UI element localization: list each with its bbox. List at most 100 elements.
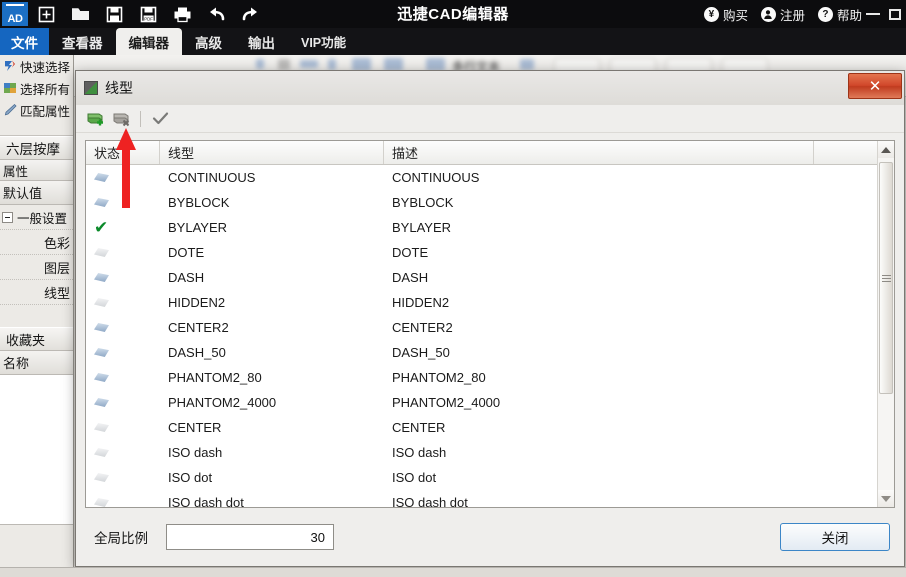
cell-linetype-description: DASH: [392, 270, 429, 285]
table-row[interactable]: ISO dot ISO dot: [86, 465, 894, 490]
cell-linetype-description: ISO dot: [392, 470, 437, 485]
tab-advanced[interactable]: 高级: [182, 28, 235, 55]
tab-editor[interactable]: 编辑器: [115, 28, 182, 55]
table-row[interactable]: PHANTOM2_80 PHANTOM2_80: [86, 365, 894, 390]
table-row[interactable]: DASH DASH: [86, 265, 894, 290]
collapse-expander-icon[interactable]: [2, 211, 13, 223]
tab-file[interactable]: 文件: [0, 28, 49, 55]
cell-linetype-name: ISO dash dot: [168, 495, 244, 507]
scroll-up-arrow-icon[interactable]: [878, 141, 894, 158]
buy-button[interactable]: ¥ 购买: [703, 5, 748, 24]
sidebar-general-settings-group[interactable]: 一般设置: [0, 205, 73, 230]
table-row[interactable]: BYBLOCK BYBLOCK: [86, 190, 894, 215]
print-icon[interactable]: [166, 1, 198, 27]
tab-output[interactable]: 输出: [235, 28, 288, 55]
left-sidebar: 快速选择 选择所有 匹配属性 六层按摩 属性 默认值 一般设置 色彩 图层 线型…: [0, 55, 74, 577]
scroll-grip-icon: [881, 273, 891, 284]
sidebar-default-header[interactable]: 默认值: [0, 181, 73, 205]
table-row[interactable]: PHANTOM2_4000 PHANTOM2_4000: [86, 390, 894, 415]
sidebar-item-select-all[interactable]: 选择所有: [0, 77, 73, 99]
add-linetype-icon[interactable]: [84, 108, 106, 130]
linetype-window-icon: [84, 81, 98, 95]
title-bar: AD PDF 迅捷CAD编辑器 ¥ 购买 注册 ? 帮助: [0, 0, 906, 28]
dialog-title: 线型: [105, 80, 133, 96]
save-icon[interactable]: [98, 1, 130, 27]
table-row[interactable]: DASH_50 DASH_50: [86, 340, 894, 365]
dialog-title-bar[interactable]: 线型 ✕: [76, 71, 904, 105]
new-icon[interactable]: [30, 1, 62, 27]
status-layer-icon: [86, 398, 160, 407]
cell-linetype-name: CENTER: [168, 420, 222, 435]
user-icon: [760, 6, 776, 22]
column-header-description[interactable]: 描述: [384, 141, 814, 164]
sidebar-quick-select-label: 快速选择: [20, 60, 71, 75]
scroll-down-arrow-icon[interactable]: [878, 490, 894, 507]
sidebar-select-all-label: 选择所有: [20, 82, 71, 97]
maximize-button[interactable]: [884, 0, 906, 28]
checkmark-icon: ✔: [94, 218, 109, 237]
set-current-icon[interactable]: [149, 108, 171, 130]
redo-icon[interactable]: [234, 1, 266, 27]
layer-icon: [94, 373, 109, 382]
cell-linetype-description: CENTER: [392, 420, 446, 435]
sidebar-favorites-list[interactable]: [0, 375, 73, 525]
sidebar-favorites-header[interactable]: 收藏夹: [0, 327, 73, 351]
table-row[interactable]: DOTE DOTE: [86, 240, 894, 265]
tab-viewer[interactable]: 查看器: [49, 28, 116, 55]
cell-linetype-name: BYLAYER: [168, 220, 228, 235]
list-vertical-scrollbar[interactable]: [877, 141, 894, 507]
table-row[interactable]: HIDDEN2 HIDDEN2: [86, 290, 894, 315]
sidebar-properties-header[interactable]: 属性: [0, 160, 73, 181]
cell-linetype-description: ISO dash dot: [392, 495, 468, 507]
sidebar-item-linetype[interactable]: 线型: [0, 280, 73, 305]
minimize-button[interactable]: [862, 0, 884, 28]
layer-icon: [94, 323, 109, 332]
quick-select-icon: [3, 59, 17, 73]
table-row[interactable]: ISO dash dot ISO dash dot: [86, 490, 894, 507]
sidebar-item-quick-select[interactable]: 快速选择: [0, 55, 73, 77]
layer-icon: [94, 498, 109, 507]
column-header-linetype[interactable]: 线型: [160, 141, 384, 164]
layer-icon: [94, 198, 109, 207]
layer-icon: [94, 348, 109, 357]
dialog-close-button[interactable]: ✕: [848, 73, 902, 99]
cell-linetype-description: PHANTOM2_80: [392, 370, 486, 385]
sidebar-document-bar[interactable]: 六层按摩: [0, 136, 73, 160]
status-layer-icon: [86, 348, 160, 357]
cell-linetype-name: PHANTOM2_4000: [168, 395, 277, 410]
application-window: AD PDF 迅捷CAD编辑器 ¥ 购买 注册 ? 帮助 文件 查看器 编辑器 …: [0, 0, 906, 577]
cell-linetype-description: CENTER2: [392, 320, 453, 335]
status-layer-icon: [86, 298, 160, 307]
sidebar-item-match-properties[interactable]: 匹配属性: [0, 99, 73, 121]
sidebar-name-header[interactable]: 名称: [0, 351, 73, 375]
save-pdf-icon[interactable]: PDF: [132, 1, 164, 27]
close-button[interactable]: 关闭: [780, 523, 890, 551]
cell-linetype-name: CONTINUOUS: [168, 170, 256, 185]
delete-linetype-icon[interactable]: [110, 108, 132, 130]
list-body[interactable]: CONTINUOUS CONTINUOUS BYBLOCK BYBLOCK ✔ BYLAY…: [86, 165, 894, 507]
global-scale-input[interactable]: 30: [166, 524, 334, 550]
layer-icon: [94, 398, 109, 407]
sidebar-item-color[interactable]: 色彩: [0, 230, 73, 255]
sidebar-item-layer[interactable]: 图层: [0, 255, 73, 280]
help-label: 帮助: [836, 8, 862, 23]
tab-vip[interactable]: VIP功能: [288, 28, 359, 55]
table-row[interactable]: CONTINUOUS CONTINUOUS: [86, 165, 894, 190]
status-layer-icon: [86, 373, 160, 382]
table-row[interactable]: ISO dash ISO dash: [86, 440, 894, 465]
help-button[interactable]: ? 帮助: [817, 5, 862, 24]
table-row[interactable]: CENTER2 CENTER2: [86, 315, 894, 340]
register-button[interactable]: 注册: [760, 5, 805, 24]
buy-label: 购买: [722, 8, 748, 23]
open-icon[interactable]: [64, 1, 96, 27]
cell-linetype-description: DASH_50: [392, 345, 450, 360]
cell-linetype-description: BYBLOCK: [392, 195, 454, 210]
scroll-track[interactable]: [878, 158, 894, 490]
table-row[interactable]: CENTER CENTER: [86, 415, 894, 440]
column-header-status[interactable]: 状态: [86, 141, 160, 164]
table-row[interactable]: ✔ BYLAYER BYLAYER: [86, 215, 894, 240]
cell-linetype-name: CENTER2: [168, 320, 229, 335]
undo-icon[interactable]: [200, 1, 232, 27]
scroll-thumb[interactable]: [879, 162, 893, 395]
cell-linetype-name: DOTE: [168, 245, 205, 260]
